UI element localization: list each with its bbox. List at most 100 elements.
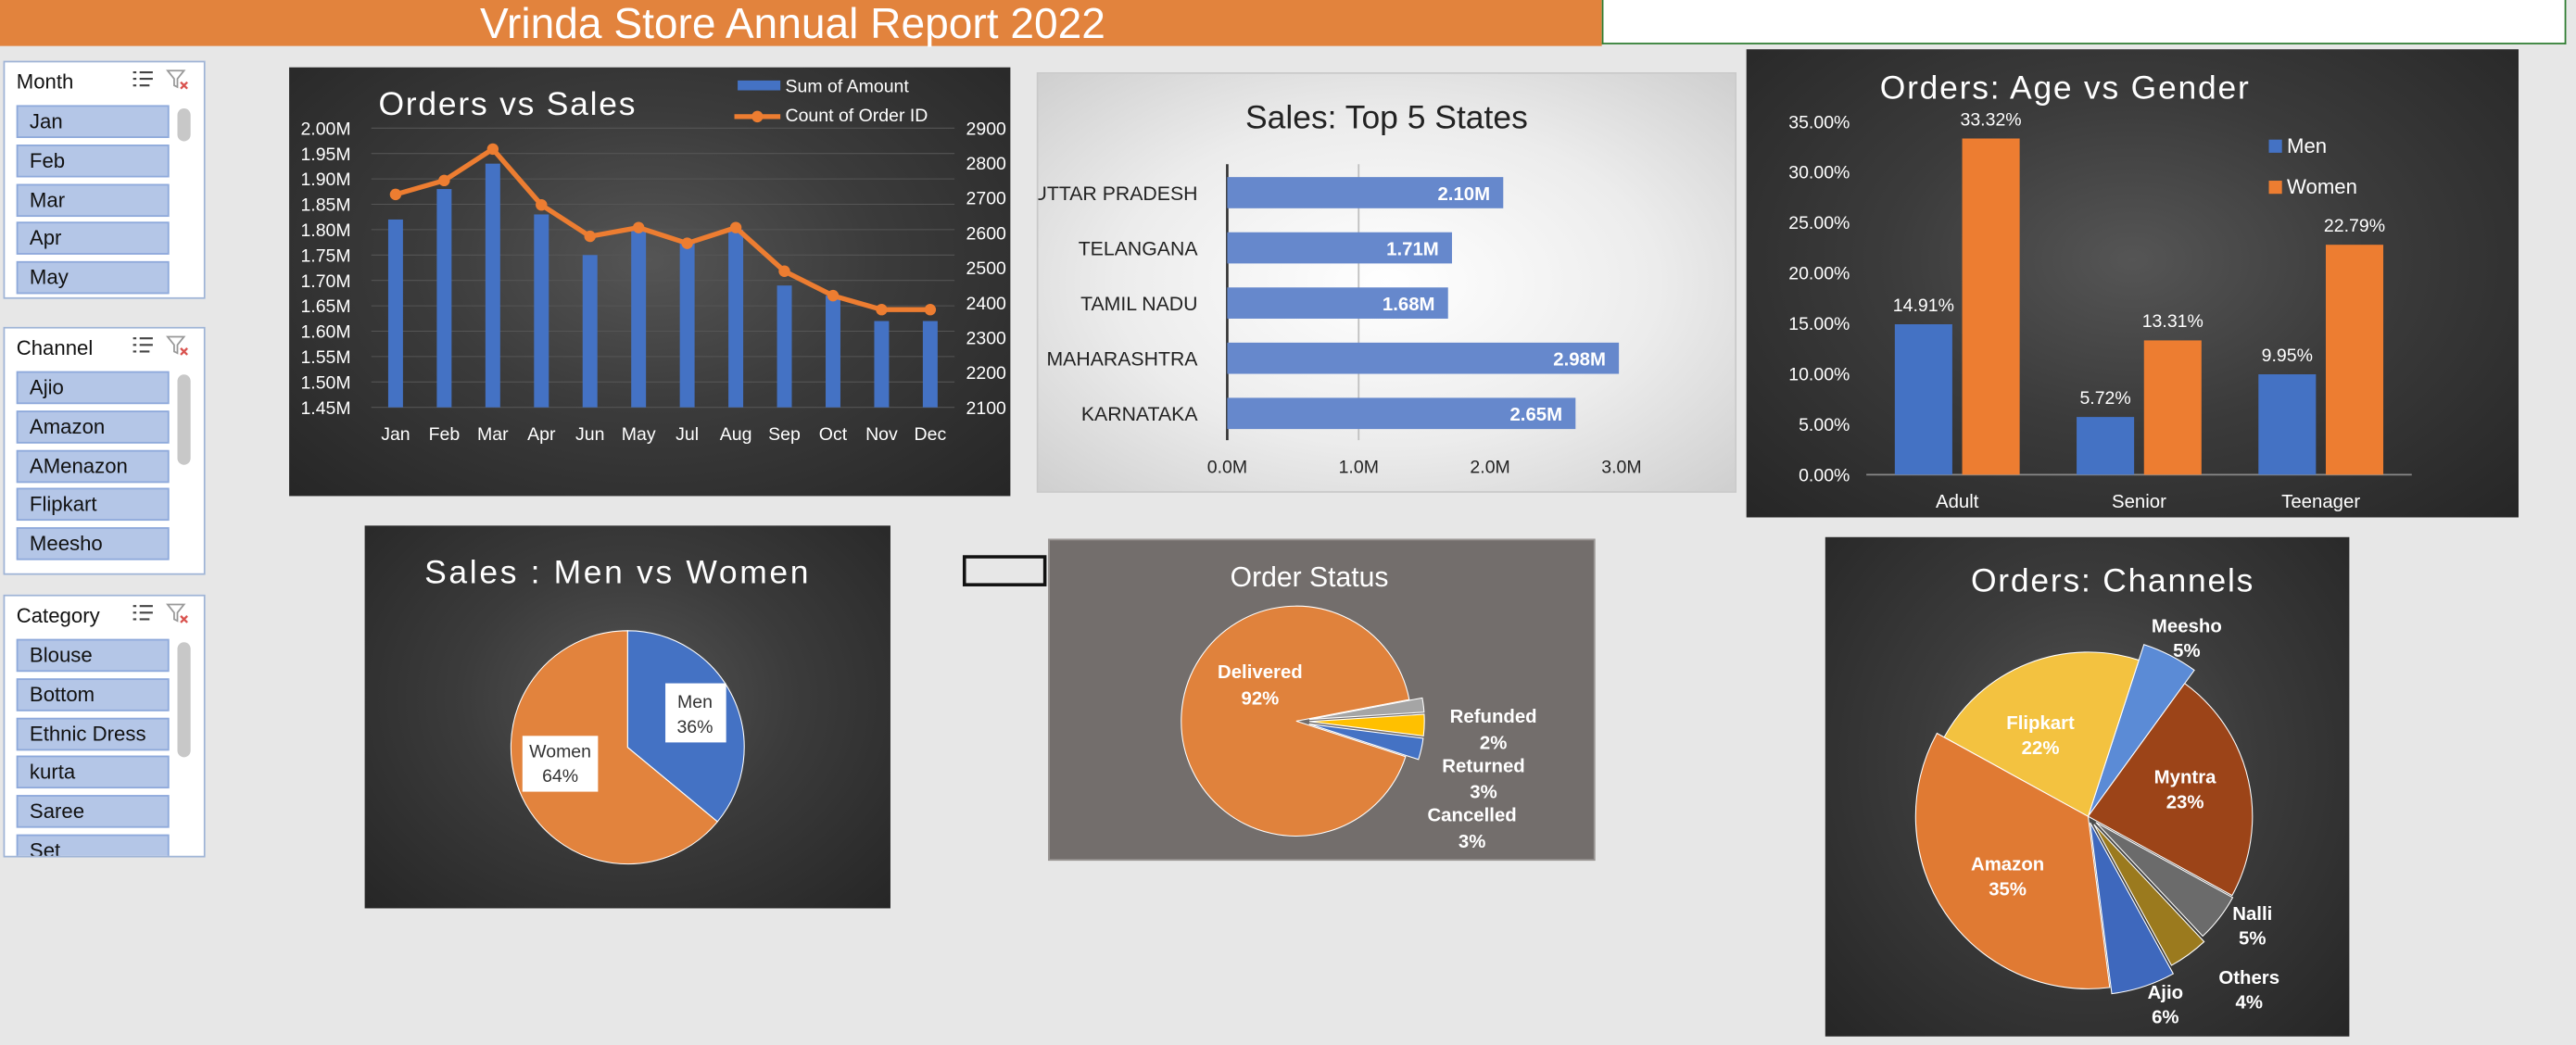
y-tick-label: 10.00% [1788, 365, 1850, 385]
slicer-item-meesho[interactable]: Meesho [16, 527, 170, 560]
clear-filter-icon[interactable] [166, 603, 189, 624]
slicer-item-jan[interactable]: Jan [16, 105, 170, 138]
data-label: 23% [2166, 792, 2204, 812]
slicer-month: Month Jan Feb Mar Apr May [3, 60, 206, 299]
bar [436, 189, 452, 408]
y-tick-label: 1.90M [300, 170, 350, 190]
slicer-item-feb[interactable]: Feb [16, 145, 170, 178]
x-tick-label: Dec [915, 424, 947, 445]
data-label: 13.31% [2142, 311, 2203, 332]
data-label: Refunded [1450, 707, 1537, 727]
multi-select-icon[interactable] [132, 69, 155, 90]
y-tick-label: 35.00% [1788, 112, 1850, 132]
slicer-item-saree[interactable]: Saree [16, 795, 170, 828]
y2-tick-label: 2100 [966, 398, 1007, 419]
chart-title: Sales: Top 5 States [1245, 98, 1528, 135]
category-label: TAMIL NADU [1080, 293, 1197, 315]
slicer-item-blouse[interactable]: Blouse [16, 638, 170, 673]
x-tick-label: 2.0M [1470, 458, 1509, 478]
line-point [486, 143, 499, 156]
y-tick-label: 1.85M [300, 195, 350, 216]
header-blank-cell [1601, 0, 2567, 44]
x-tick-label: Mar [477, 424, 509, 445]
legend-marker [751, 110, 764, 123]
x-tick-label: 0.0M [1207, 458, 1247, 478]
line-point [924, 304, 937, 316]
legend-label: Women [2287, 175, 2357, 198]
multi-select-icon[interactable] [132, 603, 155, 624]
slicer-item-mar[interactable]: Mar [16, 183, 170, 218]
age-gender-svg: Orders: Age vs Gender 0.00% 5.00% 10.00% 15.… [1788, 69, 2412, 512]
clear-filter-icon[interactable] [166, 69, 189, 90]
slicer-item-flipkart[interactable]: Flipkart [16, 487, 170, 522]
data-label: 2% [1480, 733, 1507, 753]
slicer-item-amenazon[interactable]: AMenazon [16, 449, 170, 484]
data-label: Men [677, 692, 713, 712]
slicer-scrollbar[interactable] [177, 108, 191, 142]
slicer-item-apr[interactable]: Apr [16, 221, 170, 255]
data-label: 1.68M [1383, 295, 1435, 315]
clear-filter-icon[interactable] [166, 335, 189, 357]
slicer-item-may[interactable]: May [16, 260, 170, 295]
y-tick-label: 1.75M [300, 246, 350, 266]
bar [1962, 138, 2020, 475]
x-tick-label: Jul [676, 424, 699, 445]
line-point [827, 289, 840, 302]
y2-tick-label: 2300 [966, 328, 1007, 348]
slicer-channel: Channel Ajio Amazon AMenazon Flipkart Me… [3, 326, 206, 575]
data-label: Amazon [1971, 855, 2044, 875]
data-label: 1.71M [1386, 240, 1439, 260]
slicer-item-bottom[interactable]: Bottom [16, 678, 170, 711]
bar [582, 255, 598, 408]
x-tick-label: Teenager [2281, 492, 2360, 512]
bar [534, 214, 549, 408]
y-tick-label: 1.60M [300, 322, 350, 343]
slicer-category: Category Blouse Bottom Ethnic Dress kurt… [3, 594, 206, 858]
slicer-item-ethnic-dress[interactable]: Ethnic Dress [16, 717, 170, 751]
bar [485, 163, 500, 408]
men-women-chart: Sales : Men vs Women Men 36% Women 64% [364, 525, 890, 909]
bar [679, 239, 695, 408]
data-label: Myntra [2154, 768, 2216, 788]
data-label: 2.65M [1509, 405, 1562, 425]
x-tick-label: Jun [575, 424, 604, 445]
shape-box [962, 555, 1047, 586]
order-status-svg: Order Status Delivered 92% Refunded 2% Return… [1181, 562, 1537, 852]
data-label: 22.79% [2324, 216, 2385, 236]
data-label: 2.10M [1437, 184, 1490, 205]
y-tick-label: 0.00% [1799, 465, 1850, 485]
slicer-item-set[interactable]: Set [16, 834, 170, 856]
slicer-title: Channel [16, 336, 94, 360]
x-tick-label: Nov [865, 424, 898, 445]
y-tick-label: 1.70M [300, 271, 350, 292]
data-label: 92% [1242, 689, 1280, 710]
slicer-item-kurta[interactable]: kurta [16, 755, 170, 789]
report-title: Vrinda Store Annual Report 2022 [480, 0, 1105, 48]
y2-tick-label: 2700 [966, 189, 1007, 209]
line-point [389, 188, 402, 201]
slicer-scrollbar[interactable] [177, 642, 191, 758]
y2-tick-label: 2800 [966, 154, 1007, 174]
report-title-bar: Vrinda Store Annual Report 2022 [0, 0, 1602, 46]
category-label: MAHARASHTRA [1046, 348, 1198, 371]
slicer-item-amazon[interactable]: Amazon [16, 410, 170, 444]
y-tick-label: 1.45M [300, 398, 350, 419]
data-label: 4% [2236, 993, 2263, 1014]
bar [826, 296, 840, 408]
bar [922, 321, 938, 408]
bar [2143, 340, 2202, 475]
bar [2258, 374, 2317, 475]
data-label: 9.95% [2262, 346, 2313, 366]
slicer-item-ajio[interactable]: Ajio [16, 371, 170, 405]
bar [2077, 417, 2135, 475]
y-tick-label: 1.95M [300, 145, 350, 165]
multi-select-icon[interactable] [132, 335, 155, 357]
x-tick-label: Apr [527, 424, 556, 445]
data-label: 64% [542, 766, 578, 787]
bar [631, 229, 647, 408]
slicer-scrollbar[interactable] [177, 374, 191, 465]
y2-tick-label: 2900 [966, 119, 1007, 139]
x-tick-label: Aug [720, 424, 752, 445]
data-label: 33.32% [1961, 109, 2022, 130]
slicer-header: Month [5, 62, 204, 98]
